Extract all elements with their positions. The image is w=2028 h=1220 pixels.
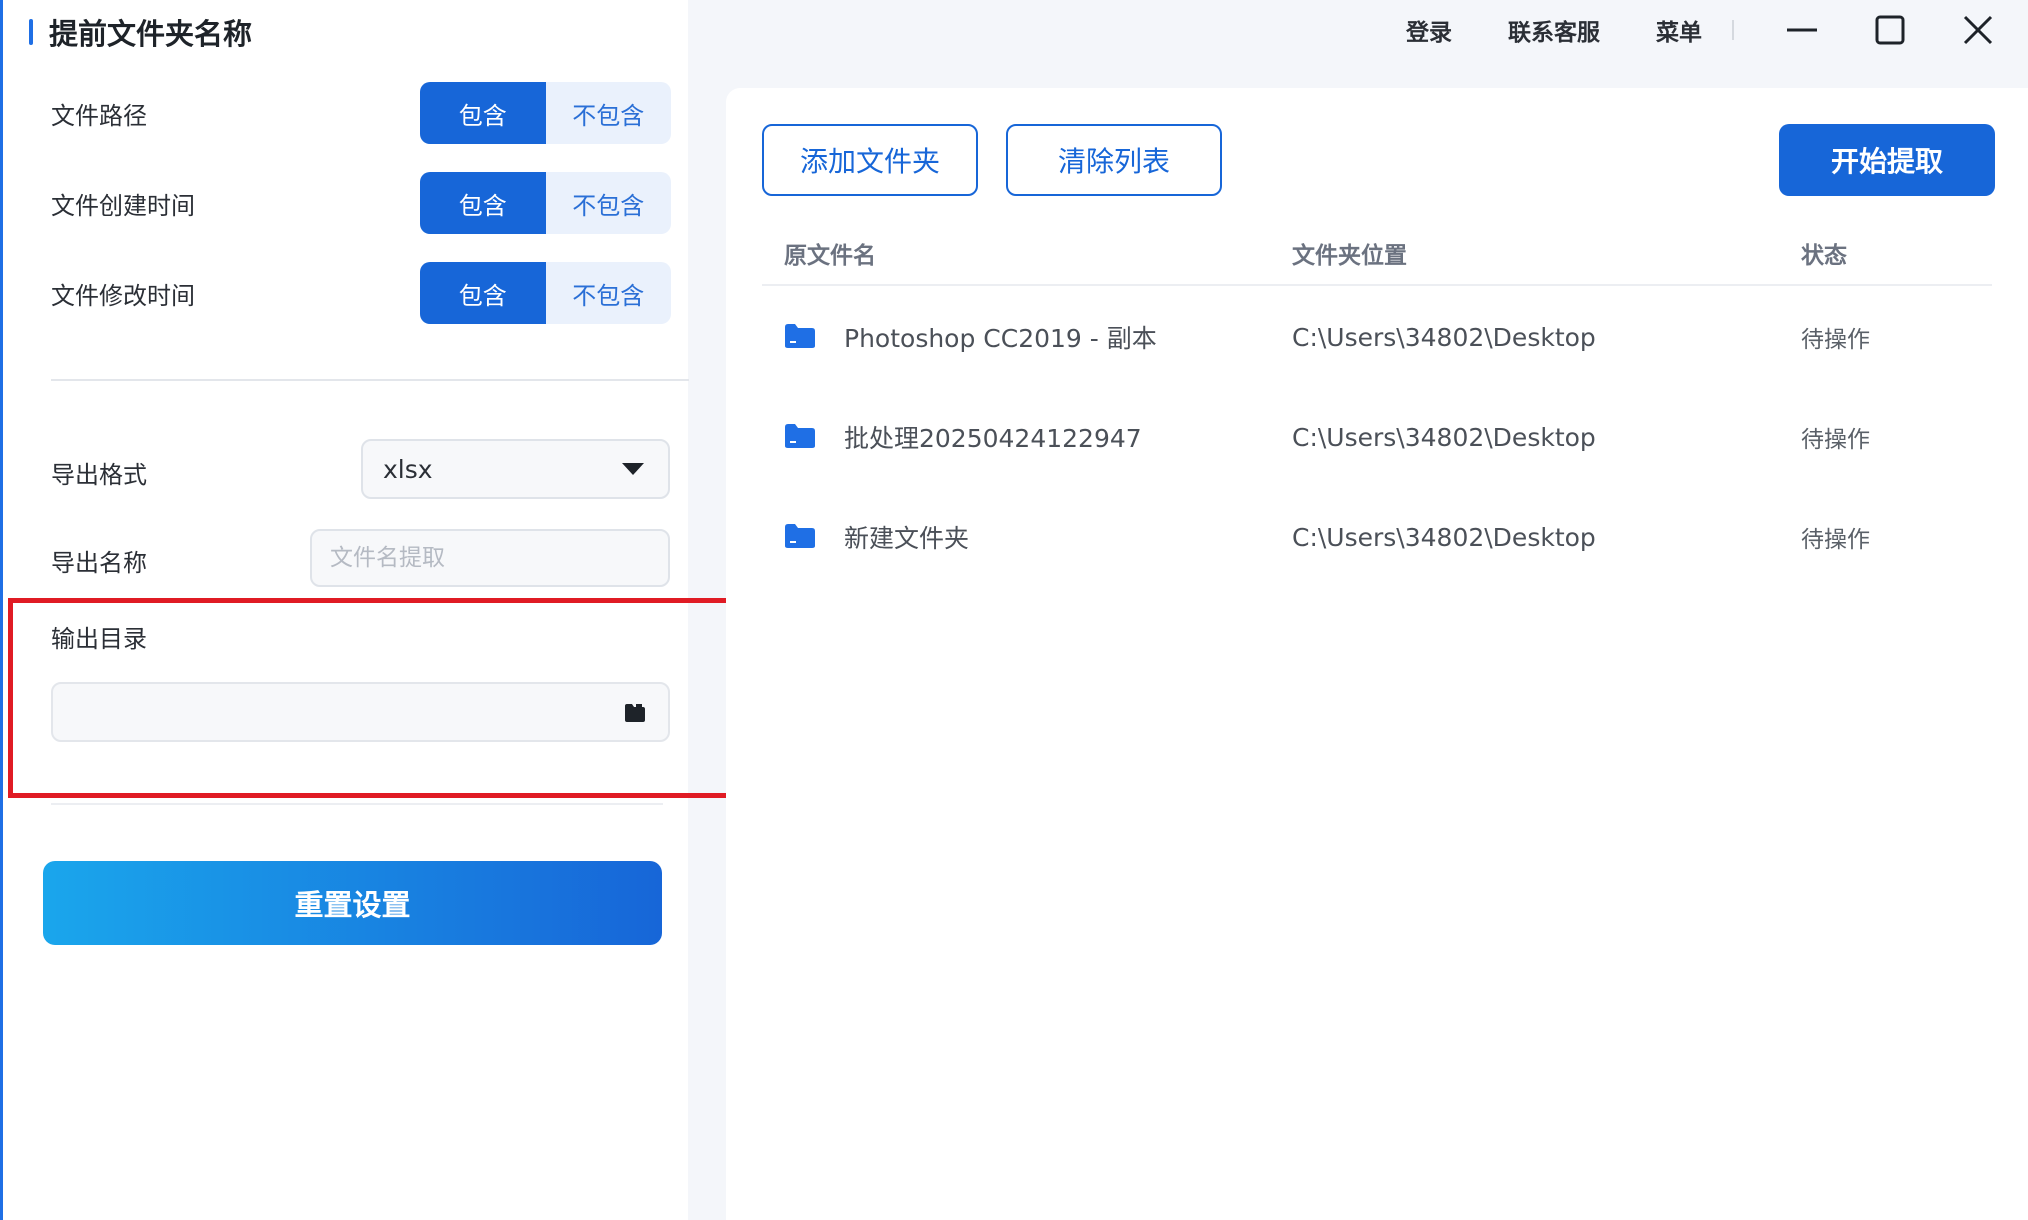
table-row[interactable]: 批处理20250424122947 C:\Users\34802\Desktop… — [726, 407, 2028, 467]
status-cell: 待操作 — [1801, 327, 1870, 353]
title-accent-bar — [29, 19, 33, 45]
login-link[interactable]: 登录 — [1406, 13, 1452, 47]
table-row[interactable]: 新建文件夹 C:\Users\34802\Desktop 待操作 — [726, 507, 2028, 567]
folder-location-cell: C:\Users\34802\Desktop — [1292, 422, 1596, 452]
option-label: 文件路径 — [51, 101, 147, 130]
start-extract-button[interactable]: 开始提取 — [1779, 124, 1995, 196]
panel-title: 提前文件夹名称 — [29, 12, 252, 52]
file-name-cell: 批处理20250424122947 — [844, 424, 1142, 453]
include-button[interactable]: 包含 — [420, 262, 546, 324]
maximize-button[interactable] — [1870, 10, 1910, 50]
include-toggle: 包含 不包含 — [420, 82, 671, 144]
minimize-button[interactable] — [1782, 10, 1822, 50]
folder-icon — [785, 524, 815, 548]
folder-icon — [785, 324, 815, 348]
status-cell: 待操作 — [1801, 427, 1870, 453]
option-row-created-time: 文件创建时间 包含 不包含 — [51, 172, 671, 234]
folder-icon — [785, 424, 815, 448]
add-folder-button[interactable]: 添加文件夹 — [762, 124, 978, 196]
include-button[interactable]: 包含 — [420, 82, 546, 144]
reset-settings-button[interactable]: 重置设置 — [43, 861, 662, 945]
maximize-icon — [1875, 15, 1905, 45]
exclude-button[interactable]: 不包含 — [546, 172, 672, 234]
column-header-name: 原文件名 — [784, 243, 876, 269]
highlight-annotation-box — [8, 598, 745, 798]
close-button[interactable] — [1958, 10, 1998, 50]
caret-down-icon — [622, 463, 644, 475]
folder-location-cell: C:\Users\34802\Desktop — [1292, 322, 1596, 352]
app-window: 提前文件夹名称 文件路径 包含 不包含 文件创建时间 包含 不包含 文件修改时间… — [0, 0, 2028, 1220]
panel-title-text: 提前文件夹名称 — [49, 17, 253, 51]
minimize-icon — [1787, 28, 1817, 32]
section-divider — [51, 379, 689, 381]
exclude-button[interactable]: 不包含 — [546, 262, 672, 324]
option-label: 文件修改时间 — [51, 281, 195, 310]
file-name-cell: 新建文件夹 — [844, 524, 970, 553]
support-link[interactable]: 联系客服 — [1508, 13, 1600, 47]
close-icon — [1963, 15, 1993, 45]
include-button[interactable]: 包含 — [420, 172, 546, 234]
column-header-location: 文件夹位置 — [1292, 243, 1407, 269]
exclude-button[interactable]: 不包含 — [546, 82, 672, 144]
export-name-input[interactable] — [310, 529, 670, 587]
export-name-label: 导出名称 — [51, 549, 147, 577]
table-row[interactable]: Photoshop CC2019 - 副本 C:\Users\34802\Des… — [726, 307, 2028, 367]
include-toggle: 包含 不包含 — [420, 172, 671, 234]
title-bar: 登录 联系客服 菜单 — [688, 0, 2028, 60]
column-header-status: 状态 — [1801, 243, 1847, 269]
option-row-file-path: 文件路径 包含 不包含 — [51, 82, 671, 144]
option-row-modified-time: 文件修改时间 包含 不包含 — [51, 262, 671, 324]
export-format-value: xlsx — [383, 454, 433, 484]
file-list-panel: 添加文件夹 清除列表 开始提取 原文件名 文件夹位置 状态 Photoshop … — [726, 88, 2028, 1220]
clear-list-button[interactable]: 清除列表 — [1006, 124, 1222, 196]
header-divider — [762, 284, 1992, 286]
option-label: 文件创建时间 — [51, 191, 195, 220]
status-cell: 待操作 — [1801, 527, 1870, 553]
include-toggle: 包含 不包含 — [420, 262, 671, 324]
folder-location-cell: C:\Users\34802\Desktop — [1292, 522, 1596, 552]
export-format-select[interactable]: xlsx — [361, 439, 670, 499]
title-bar-separator — [1732, 20, 1734, 40]
file-name-cell: Photoshop CC2019 - 副本 — [844, 324, 1157, 353]
menu-link[interactable]: 菜单 — [1656, 13, 1702, 47]
section-divider — [51, 803, 663, 805]
export-format-label: 导出格式 — [51, 461, 147, 489]
